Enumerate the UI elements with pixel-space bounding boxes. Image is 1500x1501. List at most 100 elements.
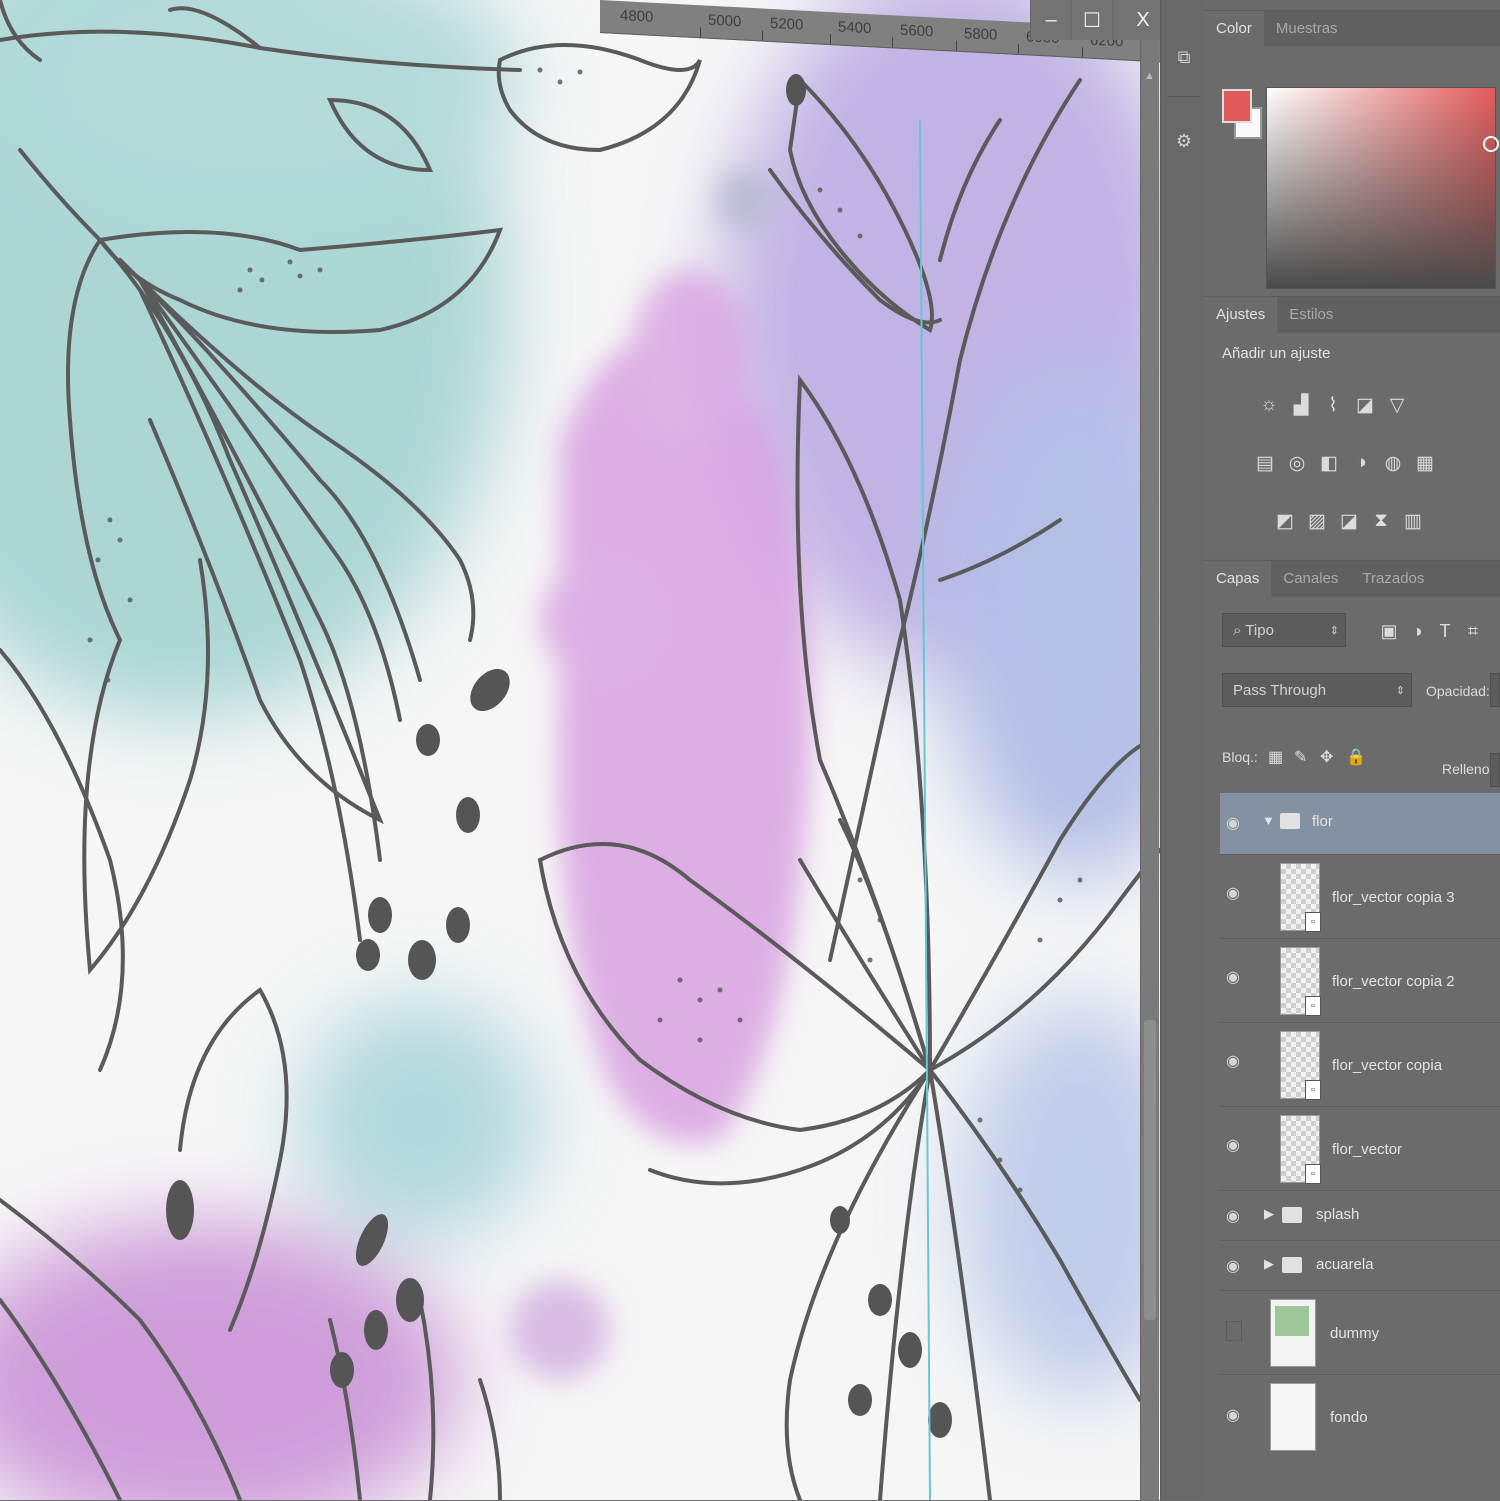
maximize-button[interactable]: ☐ — [1071, 0, 1112, 40]
smart-object-badge-icon: ▫ — [1305, 1080, 1321, 1100]
visibility-eye-icon[interactable]: ◉ — [1226, 967, 1240, 987]
layer-filter-select[interactable]: ⌕ Tipo ⇕ — [1222, 613, 1346, 647]
minimize-button[interactable]: – — [1030, 0, 1071, 40]
foreground-color-swatch[interactable] — [1222, 89, 1252, 123]
color-panel: Color Muestras — [1204, 10, 1500, 297]
visibility-eye-icon[interactable]: ◉ — [1226, 1135, 1240, 1155]
disclosure-open-icon[interactable]: ▼ — [1262, 813, 1275, 828]
layers-panel-tabs: Capas Canales Trazados — [1204, 561, 1500, 597]
smart-object-badge-icon: ▫ — [1305, 1164, 1321, 1184]
opacity-input[interactable] — [1490, 673, 1500, 707]
chevron-updown-icon: ⇕ — [1329, 625, 1339, 637]
exposure-icon[interactable]: ◪ — [1354, 393, 1376, 417]
tab-styles[interactable]: Estilos — [1277, 297, 1345, 333]
curves-icon[interactable]: ⌇ — [1322, 393, 1344, 417]
hue-saturation-icon[interactable]: ◎ — [1286, 451, 1308, 475]
selective-color-icon[interactable]: ⧗ — [1370, 509, 1392, 533]
ruler-tick: 5600 — [900, 21, 934, 41]
gradient-triangle-icon[interactable]: ▽ — [1386, 393, 1408, 417]
tab-channels[interactable]: Canales — [1271, 561, 1350, 597]
ruler-tick: 4800 — [620, 7, 654, 26]
adjustments-row-3: ◩ ▨ ◪ ⧗ ▥ — [1274, 509, 1424, 533]
threshold-icon[interactable]: ◪ — [1338, 509, 1360, 533]
vertical-scrollbar[interactable]: ▲ — [1140, 40, 1159, 1500]
visibility-eye-icon[interactable]: ◉ — [1226, 1405, 1240, 1425]
visibility-eye-icon[interactable]: ◉ — [1226, 1256, 1240, 1276]
layer-row-acuarela[interactable]: ◉ ▶ acuarela — [1220, 1241, 1500, 1291]
color-balance-icon[interactable]: ◧ — [1318, 451, 1340, 475]
posterize-icon[interactable]: ▨ — [1306, 509, 1328, 533]
document-canvas[interactable]: 4800 5000 5200 5400 5600 5800 6000 6200 … — [0, 0, 1160, 1500]
visibility-eye-icon[interactable]: ◉ — [1226, 883, 1240, 903]
layer-thumbnail — [1270, 1299, 1316, 1367]
invert-icon[interactable]: ◩ — [1274, 509, 1296, 533]
color-panel-tabs: Color Muestras — [1204, 11, 1500, 47]
layer-name: flor_vector — [1332, 1141, 1403, 1158]
layer-row[interactable]: ◉ ▫ flor_vector copia — [1220, 1023, 1500, 1107]
pixel-filter-icon[interactable]: ▣ — [1378, 621, 1400, 647]
lock-transparency-icon[interactable]: ▦ — [1268, 747, 1283, 767]
close-button[interactable]: X — [1112, 0, 1160, 40]
type-filter-icon[interactable]: T — [1434, 621, 1456, 647]
scrollbar-thumb[interactable] — [1144, 1020, 1156, 1320]
layer-row[interactable]: ◉ ▫ flor_vector — [1220, 1107, 1500, 1191]
disclosure-closed-icon[interactable]: ▶ — [1264, 1256, 1274, 1272]
black-white-icon[interactable]: ◑ — [1350, 451, 1372, 475]
lock-pixels-icon[interactable]: ✎ — [1294, 747, 1307, 767]
visibility-eye-icon[interactable]: ◉ — [1226, 1051, 1240, 1071]
tab-layers[interactable]: Capas — [1204, 561, 1272, 597]
tab-color[interactable]: Color — [1204, 11, 1264, 47]
layer-name: flor_vector copia 2 — [1332, 973, 1455, 990]
visibility-toggle-off[interactable] — [1226, 1321, 1242, 1341]
vibrance-icon[interactable]: ▤ — [1254, 451, 1276, 475]
photo-filter-icon[interactable]: ◍ — [1382, 451, 1404, 475]
shape-filter-icon[interactable]: ⌗ — [1462, 621, 1484, 647]
layer-thumbnail: ▫ — [1280, 1031, 1321, 1100]
tab-adjustments[interactable]: Ajustes — [1204, 297, 1278, 333]
color-lookup-icon[interactable]: ▦ — [1414, 451, 1436, 475]
ruler-mark — [700, 27, 701, 38]
layer-row-dummy[interactable]: dummy — [1220, 1291, 1500, 1375]
thumbnail-color-block — [1275, 1306, 1309, 1336]
folder-icon — [1282, 1207, 1302, 1223]
fill-input[interactable] — [1490, 753, 1500, 787]
lock-all-icon[interactable]: 🔒 — [1346, 747, 1366, 767]
blend-mode-select[interactable]: Pass Through ⇕ — [1222, 673, 1412, 707]
color-picker-field[interactable] — [1266, 87, 1499, 289]
window-controls: – ☐ X — [1030, 0, 1160, 40]
ruler-tick: 5800 — [964, 25, 998, 44]
lock-position-icon[interactable]: ✥ — [1320, 747, 1333, 767]
history-icon[interactable]: ⧉ — [1171, 44, 1197, 70]
smart-object-badge-icon: ▫ — [1305, 912, 1321, 932]
adjustments-row-1: ☼ ▟ ⌇ ◪ ▽ — [1258, 393, 1408, 417]
panel-dock: ⧉ ⚙ — [1160, 0, 1206, 1500]
tab-swatches[interactable]: Muestras — [1264, 11, 1350, 47]
brightness-icon[interactable]: ☼ — [1258, 393, 1280, 417]
layer-name: flor_vector copia 3 — [1332, 889, 1455, 906]
layer-name: flor — [1312, 813, 1333, 830]
scroll-up-arrow-icon[interactable]: ▲ — [1144, 70, 1155, 82]
folder-icon — [1280, 813, 1300, 829]
visibility-eye-icon[interactable]: ◉ — [1226, 813, 1240, 833]
smart-object-badge-icon: ▫ — [1305, 996, 1321, 1016]
tab-paths[interactable]: Trazados — [1350, 561, 1436, 597]
properties-icon[interactable]: ⚙ — [1171, 128, 1197, 154]
chevron-updown-icon: ⇕ — [1395, 685, 1405, 697]
layer-name: splash — [1316, 1206, 1360, 1223]
disclosure-closed-icon[interactable]: ▶ — [1264, 1206, 1274, 1222]
layer-row[interactable]: ◉ ▫ flor_vector copia 3 — [1220, 855, 1500, 939]
layer-thumbnail: ▫ — [1280, 1115, 1321, 1184]
layer-row[interactable]: ◉ ▫ flor_vector copia 2 — [1220, 939, 1500, 1023]
layer-row-flor[interactable]: ◉ ▼ flor — [1220, 793, 1500, 855]
visibility-eye-icon[interactable]: ◉ — [1226, 1206, 1240, 1226]
right-panels: Color Muestras Ajustes Estilos Añadir un… — [1204, 0, 1500, 1501]
levels-icon[interactable]: ▟ — [1290, 393, 1312, 417]
search-icon: ⌕ — [1233, 622, 1246, 639]
layer-row-fondo[interactable]: ◉ fondo — [1220, 1375, 1500, 1461]
gradient-map-icon[interactable]: ▥ — [1402, 509, 1424, 533]
adjustments-panel-tabs: Ajustes Estilos — [1204, 297, 1500, 333]
layer-row-splash[interactable]: ◉ ▶ splash — [1220, 1191, 1500, 1241]
color-picker-cursor[interactable] — [1483, 136, 1499, 152]
lock-label: Bloq.: — [1222, 749, 1258, 765]
adjustment-filter-icon[interactable]: ◑ — [1406, 621, 1428, 647]
